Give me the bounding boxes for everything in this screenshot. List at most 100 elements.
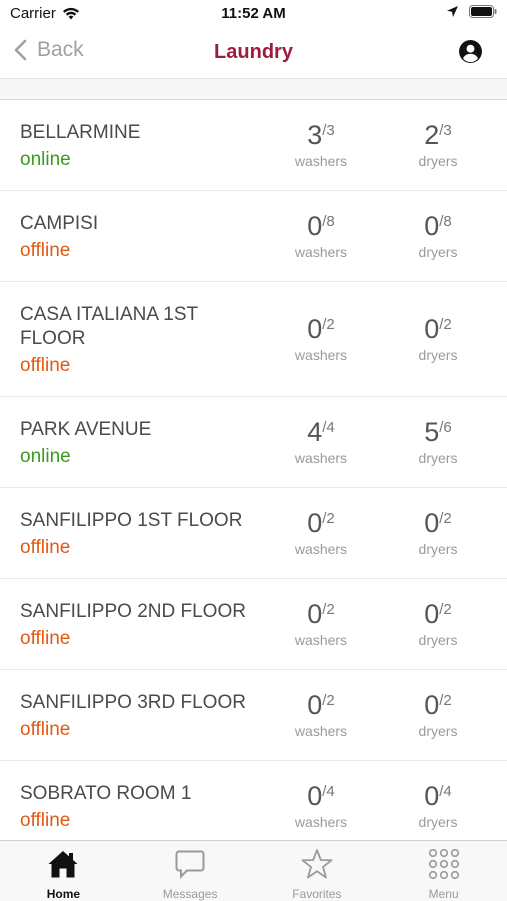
dryers-label: dryers bbox=[418, 632, 458, 648]
tab-home-label: Home bbox=[46, 887, 81, 901]
dryers-count: 0/8 dryers bbox=[393, 211, 483, 260]
dryers-total: /2 bbox=[439, 692, 452, 709]
washers-available: 0 bbox=[307, 314, 323, 344]
dryers-total: /8 bbox=[439, 213, 452, 230]
washers-label: washers bbox=[294, 814, 348, 830]
location-status: offline bbox=[20, 355, 71, 376]
tab-messages[interactable]: Messages bbox=[127, 841, 254, 901]
washers-total: /4 bbox=[322, 419, 335, 436]
location-status: offline bbox=[20, 628, 71, 649]
washers-label: washers bbox=[294, 541, 348, 557]
location-row[interactable]: BELLARMINE online 3/3 washers 2/3 dryers bbox=[0, 100, 507, 191]
dryers-available: 0 bbox=[424, 781, 440, 811]
washers-label: washers bbox=[294, 632, 348, 648]
dryers-total: /3 bbox=[439, 122, 452, 139]
location-name: SANFILIPPO 2ND FLOOR bbox=[20, 601, 246, 622]
location-name: BELLARMINE bbox=[20, 122, 141, 143]
dryers-available: 0 bbox=[424, 508, 440, 538]
dryers-count: 0/2 dryers bbox=[393, 314, 483, 363]
location-name: SANFILIPPO 1ST FLOOR bbox=[20, 510, 243, 531]
location-status: online bbox=[20, 149, 71, 170]
washers-available: 0 bbox=[307, 690, 323, 720]
dryers-label: dryers bbox=[418, 541, 458, 557]
location-row[interactable]: SOBRATO ROOM 1 offline 0/4 washers 0/4 d… bbox=[0, 761, 507, 840]
tab-menu[interactable]: Menu bbox=[380, 841, 507, 901]
washers-count: 0/4 washers bbox=[276, 781, 366, 830]
dryers-label: dryers bbox=[418, 450, 458, 466]
washers-available: 0 bbox=[307, 781, 323, 811]
washers-total: /2 bbox=[322, 316, 335, 333]
home-icon bbox=[46, 847, 80, 881]
location-row[interactable]: SANFILIPPO 2ND FLOOR offline 0/2 washers… bbox=[0, 579, 507, 670]
dryers-label: dryers bbox=[418, 347, 458, 363]
location-arrow-icon bbox=[447, 6, 458, 17]
dryers-total: /2 bbox=[439, 316, 452, 333]
washers-total: /4 bbox=[322, 783, 335, 800]
tab-favorites[interactable]: Favorites bbox=[254, 841, 381, 901]
location-status: offline bbox=[20, 719, 71, 740]
washers-total: /2 bbox=[322, 510, 335, 527]
washers-label: washers bbox=[294, 347, 348, 363]
location-name: CAMPISI bbox=[20, 213, 99, 234]
location-row[interactable]: SANFILIPPO 3RD FLOOR offline 0/2 washers… bbox=[0, 670, 507, 761]
tab-home[interactable]: Home bbox=[0, 841, 127, 901]
location-row[interactable]: SANFILIPPO 1ST FLOOR offline 0/2 washers… bbox=[0, 488, 507, 579]
dryers-available: 0 bbox=[424, 314, 440, 344]
grid-icon bbox=[427, 847, 461, 881]
user-icon bbox=[459, 40, 482, 63]
location-status: online bbox=[20, 446, 71, 467]
tab-bar: Home Messages Favorites Menu bbox=[0, 840, 507, 901]
washers-count: 0/8 washers bbox=[276, 211, 366, 260]
washers-total: /3 bbox=[322, 122, 335, 139]
washers-label: washers bbox=[294, 450, 348, 466]
dryers-label: dryers bbox=[418, 723, 458, 739]
washers-total: /8 bbox=[322, 213, 335, 230]
washers-total: /2 bbox=[322, 692, 335, 709]
location-status: offline bbox=[20, 537, 71, 558]
dryers-count: 0/2 dryers bbox=[393, 508, 483, 557]
washers-label: washers bbox=[294, 153, 348, 169]
washers-count: 4/4 washers bbox=[276, 417, 366, 466]
dryers-available: 0 bbox=[424, 599, 440, 629]
dryers-count: 5/6 dryers bbox=[393, 417, 483, 466]
washers-count: 0/2 washers bbox=[276, 314, 366, 363]
washers-total: /2 bbox=[322, 601, 335, 618]
location-name: SOBRATO ROOM 1 bbox=[20, 783, 192, 804]
profile-button[interactable] bbox=[458, 39, 483, 69]
washers-label: washers bbox=[294, 244, 348, 260]
dryers-available: 0 bbox=[424, 690, 440, 720]
dryers-label: dryers bbox=[418, 153, 458, 169]
clock: 11:52 AM bbox=[221, 5, 286, 22]
washers-available: 0 bbox=[307, 211, 323, 241]
battery-icon bbox=[469, 5, 497, 18]
dryers-total: /6 bbox=[439, 419, 452, 436]
laundry-location-list: BELLARMINE online 3/3 washers 2/3 dryers… bbox=[0, 100, 507, 840]
dryers-count: 2/3 dryers bbox=[393, 120, 483, 169]
dryers-available: 0 bbox=[424, 211, 440, 241]
location-name: SANFILIPPO 3RD FLOOR bbox=[20, 692, 246, 713]
tab-messages-label: Messages bbox=[162, 887, 218, 901]
nav-bar: Back Laundry bbox=[0, 28, 507, 79]
location-row[interactable]: PARK AVENUE online 4/4 washers 5/6 dryer… bbox=[0, 397, 507, 488]
dryers-total: /2 bbox=[439, 601, 452, 618]
location-status: offline bbox=[20, 240, 71, 261]
dryers-count: 0/2 dryers bbox=[393, 599, 483, 648]
status-icons bbox=[446, 5, 497, 18]
star-icon bbox=[300, 847, 334, 881]
page-title: Laundry bbox=[214, 41, 293, 63]
dryers-count: 0/2 dryers bbox=[393, 690, 483, 739]
dryers-count: 0/4 dryers bbox=[393, 781, 483, 830]
location-status: offline bbox=[20, 810, 71, 831]
chat-icon bbox=[173, 847, 207, 881]
location-row[interactable]: CASA ITALIANA 1ST FLOOR offline 0/2 wash… bbox=[0, 282, 507, 397]
washers-available: 0 bbox=[307, 599, 323, 629]
tab-favorites-label: Favorites bbox=[292, 887, 342, 901]
tab-menu-label: Menu bbox=[428, 887, 459, 901]
dryers-total: /2 bbox=[439, 510, 452, 527]
dryers-total: /4 bbox=[439, 783, 452, 800]
dryers-available: 5 bbox=[424, 417, 440, 447]
location-row[interactable]: CAMPISI offline 0/8 washers 0/8 dryers bbox=[0, 191, 507, 282]
location-name: CASA ITALIANA 1ST FLOOR bbox=[20, 304, 198, 349]
dryers-label: dryers bbox=[418, 814, 458, 830]
dryers-label: dryers bbox=[418, 244, 458, 260]
